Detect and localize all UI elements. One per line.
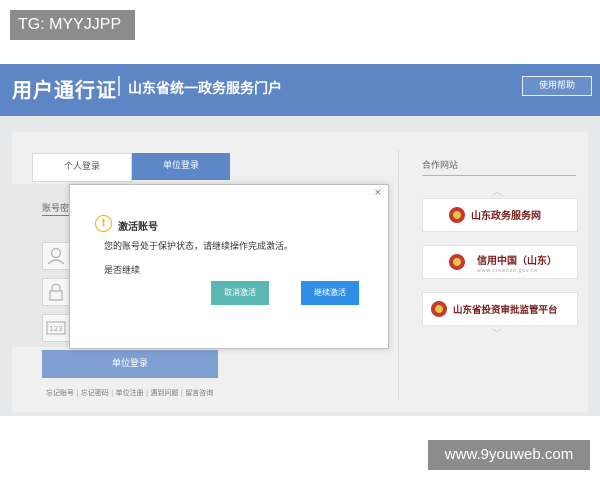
link-problems[interactable]: 遇到问题 [144,389,179,397]
chevron-down-icon[interactable]: ﹀ [492,325,502,340]
link-unit-register[interactable]: 单位注册 [109,389,144,397]
partner-site-name: 山东政务服务网 [471,211,541,222]
brand-divider [118,76,120,96]
help-links: 忘记账号忘记密码单位注册遇到问题留言咨询 [46,388,213,398]
link-forgot-password[interactable]: 忘记密码 [74,389,109,397]
chevron-up-icon[interactable]: ︿ [492,183,502,198]
watermark: www.9youweb.com [428,440,590,470]
tab-unit-login[interactable]: 单位登录 [132,153,230,180]
dialog-message: 您的账号处于保护状态，请继续操作完成激活。 [104,242,294,252]
partner-site-name: 信用中国（山东） [477,256,557,267]
panel-divider [398,150,399,400]
unit-login-button[interactable]: 单位登录 [42,350,218,378]
help-button[interactable]: 使用帮助 [522,76,592,96]
link-consult[interactable]: 留言咨询 [178,389,213,397]
partner-site-url: www.creditsd.gov.cn [477,268,538,274]
brand-subtitle: 山东省统一政务服务门户 [128,81,282,97]
dialog-confirm-text: 是否继续 [104,266,141,276]
partner-site-investment-platform[interactable]: 山东省投资审批监管平台 [422,292,578,326]
close-icon[interactable]: × [374,188,382,198]
cancel-activation-button[interactable]: 取消激活 [211,281,269,305]
partner-site-shandong-gov[interactable]: 山东政务服务网 [422,198,578,232]
warning-icon: ! [95,215,112,232]
continue-activation-button[interactable]: 继续激活 [301,281,359,305]
dialog-backdrop [12,184,70,347]
emblem-icon [449,207,465,223]
partner-sites-title: 合作网站 [422,161,459,171]
partner-site-credit-china[interactable]: 信用中国（山东） www.creditsd.gov.cn [422,245,578,279]
brand-title: 用户通行证 [12,78,117,102]
emblem-icon [449,254,465,270]
partner-title-underline [422,175,576,176]
partner-site-name: 山东省投资审批监管平台 [453,305,558,316]
tab-personal-login[interactable]: 个人登录 [32,153,132,182]
overlay-tag: TG: MYYJJPP [10,10,135,40]
link-forgot-account[interactable]: 忘记账号 [46,389,74,397]
dialog-title: 激活账号 [118,222,158,233]
emblem-icon [431,301,447,317]
